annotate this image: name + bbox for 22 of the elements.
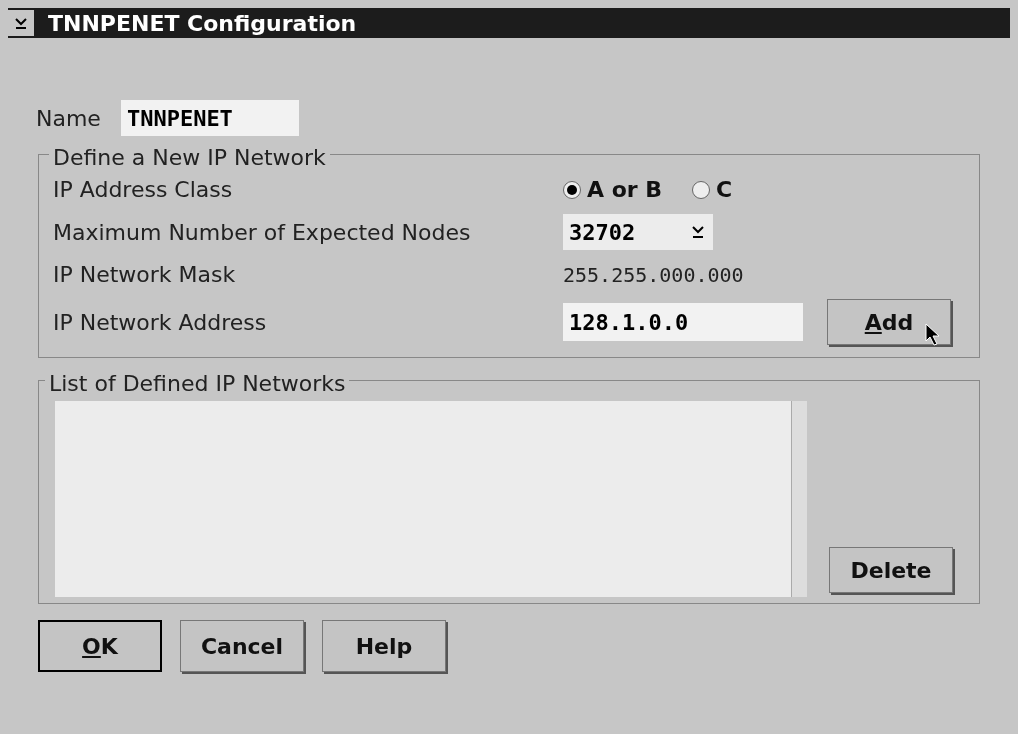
delete-button[interactable]: Delete (829, 547, 953, 593)
dialog-button[interactable]: OK (38, 620, 162, 672)
field-label: IP Address Class (53, 176, 234, 204)
mouse-pointer-icon (925, 323, 941, 347)
dialog-button[interactable]: Help (322, 620, 446, 672)
name-label: Name (36, 104, 101, 133)
field-label: IP Network Mask (53, 261, 237, 289)
spin-arrow-icon (691, 224, 705, 240)
window-title: TNNPENET Configuration (48, 9, 357, 38)
network-list[interactable] (55, 401, 807, 597)
system-menu-icon[interactable] (8, 10, 34, 36)
mask-value: 255.255.000.000 (563, 261, 745, 289)
address-field[interactable]: 128.1.0.0 (563, 303, 803, 341)
radio-option[interactable]: C (692, 173, 733, 206)
field-label: IP Network Address (53, 308, 268, 337)
name-field[interactable]: TNNPENET (120, 100, 299, 136)
spin-field[interactable]: 32702 (563, 214, 713, 250)
dialog-button[interactable]: Cancel (180, 620, 304, 672)
scrollbar[interactable] (791, 401, 807, 597)
radio-option[interactable]: A or B (563, 173, 663, 206)
field-label: Maximum Number of Expected Nodes (53, 218, 472, 247)
add-button[interactable]: Add (827, 299, 951, 345)
